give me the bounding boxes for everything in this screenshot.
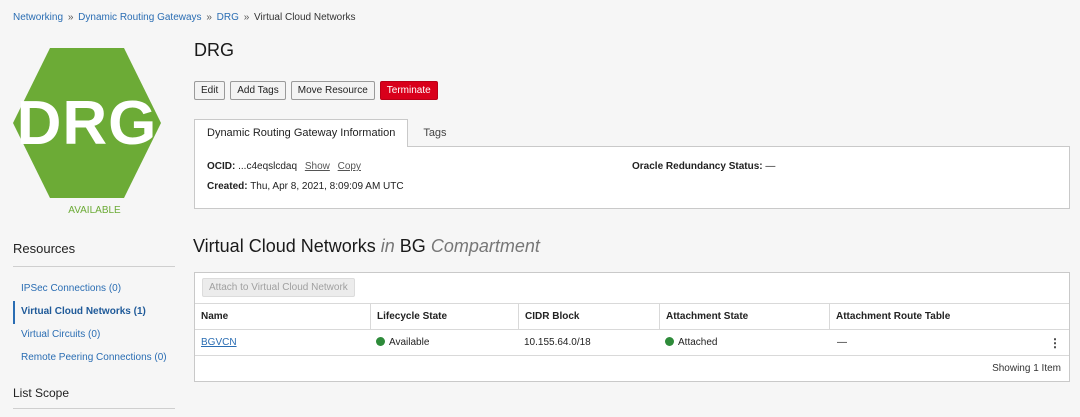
table-footer-count: Showing 1 Item [992,363,1061,374]
attached-status-dot-icon [665,337,674,346]
section-title: Virtual Cloud Networks in BG Compartment [193,236,540,257]
breadcrumb: Networking » Dynamic Routing Gateways » … [13,12,356,23]
breadcrumb-separator: » [206,12,212,23]
table-row: BGVCN Available 10.155.64.0/18 Attached … [195,330,1069,356]
resources-list: IPSec Connections (0) Virtual Cloud Netw… [13,278,181,370]
list-scope-divider [13,408,175,409]
created-row: Created: Thu, Apr 8, 2021, 8:09:09 AM UT… [207,181,404,192]
vcn-table-panel: Attach to Virtual Cloud Network Name Lif… [194,272,1070,382]
cell-cidr-block: 10.155.64.0/18 [524,337,591,348]
ocid-show-link[interactable]: Show [305,161,330,172]
lifecycle-state-value: Available [389,337,430,348]
ocid-row: OCID: ...c4eqslcdaq Show Copy [207,161,361,172]
row-actions-kebab-icon[interactable]: ⋮ [1049,330,1061,356]
created-value: Thu, Apr 8, 2021, 8:09:09 AM UTC [250,181,404,192]
column-header-lifecycle-state[interactable]: Lifecycle State [370,304,518,330]
breadcrumb-separator: » [67,12,74,23]
action-toolbar: Edit Add Tags Move Resource Terminate [194,81,438,100]
list-scope-title: List Scope [13,386,70,400]
terminate-button[interactable]: Terminate [379,81,438,100]
ocid-value: ...c4eqslcdaq [238,161,298,172]
section-title-in: in [380,236,395,256]
hexagon-label: DRG [16,88,158,158]
table-header: Name Lifecycle State CIDR Block Attachme… [195,303,1069,330]
section-compartment-word: Compartment [430,236,540,256]
ocid-copy-link[interactable]: Copy [338,161,361,172]
cell-attachment-state: Attached [659,330,717,356]
attach-vcn-button[interactable]: Attach to Virtual Cloud Network [202,278,355,297]
breadcrumb-dynamic-routing-gateways[interactable]: Dynamic Routing Gateways [78,12,201,23]
breadcrumb-drg[interactable]: DRG [217,12,239,23]
breadcrumb-current: Virtual Cloud Networks [254,12,356,23]
redundancy-label: Oracle Redundancy Status: [632,161,763,172]
tab-tags[interactable]: Tags [410,119,459,147]
info-tabs: Dynamic Routing Gateway Information Tags [194,119,460,147]
available-status-dot-icon [376,337,385,346]
sidebar-item-remote-peering-connections[interactable]: Remote Peering Connections (0) [13,347,181,370]
column-header-attachment-state[interactable]: Attachment State [659,304,829,330]
resources-divider [13,266,175,267]
tab-drg-information[interactable]: Dynamic Routing Gateway Information [194,119,409,147]
breadcrumb-networking[interactable]: Networking [13,12,63,23]
edit-button[interactable]: Edit [194,81,226,100]
column-header-attachment-route-table[interactable]: Attachment Route Table [829,304,1069,330]
sidebar-item-ipsec-connections[interactable]: IPSec Connections (0) [13,278,181,301]
sidebar-item-virtual-cloud-networks[interactable]: Virtual Cloud Networks (1) [13,301,181,324]
cell-attachment-route-table: — [837,337,847,348]
vcn-name-link[interactable]: BGVCN [201,337,237,348]
redundancy-value: — [765,161,776,172]
resources-title: Resources [13,241,76,256]
created-label: Created: [207,181,248,192]
attachment-state-value: Attached [678,337,718,348]
drg-hexagon-icon: DRG [12,46,162,200]
add-tags-button[interactable]: Add Tags [230,81,286,100]
cell-lifecycle-state: Available [370,330,429,356]
column-header-name[interactable]: Name [195,304,370,330]
sidebar-item-virtual-circuits[interactable]: Virtual Circuits (0) [13,324,181,347]
ocid-label: OCID: [207,161,236,172]
section-title-text: Virtual Cloud Networks [193,236,376,256]
section-compartment-name: BG [399,236,426,256]
redundancy-row: Oracle Redundancy Status: — [632,161,775,172]
column-header-cidr-block[interactable]: CIDR Block [518,304,659,330]
breadcrumb-separator: » [243,12,250,23]
drg-information-panel: OCID: ...c4eqslcdaq Show Copy Created: T… [194,146,1070,209]
move-resource-button[interactable]: Move Resource [290,81,375,100]
status-badge: AVAILABLE [68,205,121,216]
page-title: DRG [194,40,234,60]
cell-name: BGVCN [195,330,237,356]
